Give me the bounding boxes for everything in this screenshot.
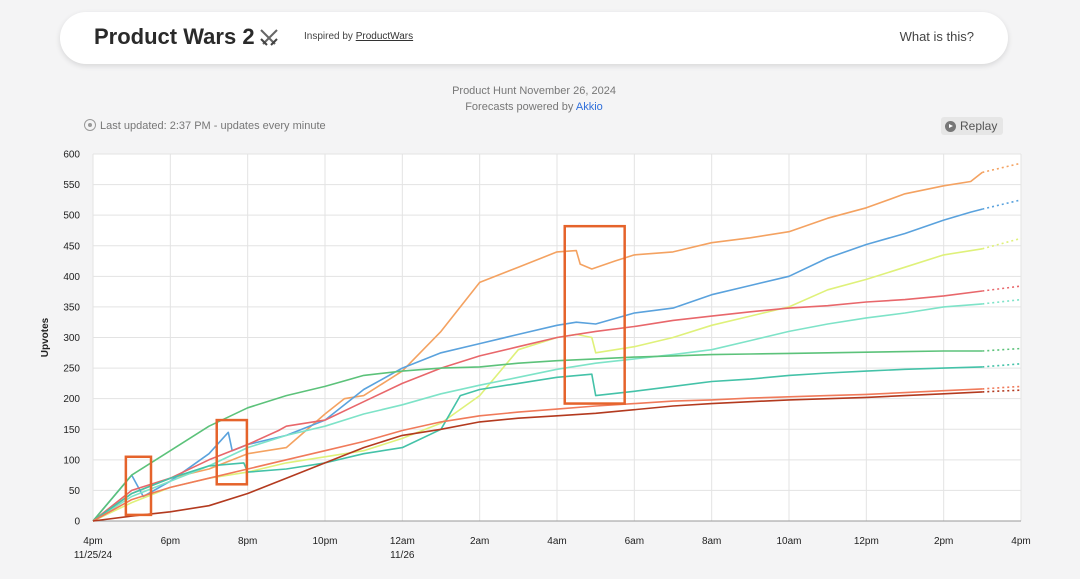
x-tick-label: 4pm	[1011, 536, 1030, 547]
x-tick-label: 2pm	[934, 536, 953, 547]
x-tick-label: 12am	[390, 536, 415, 547]
y-tick-label: 350	[63, 302, 80, 313]
x-tick-sublabel: 11/26	[390, 550, 415, 561]
x-tick-label: 4pm	[83, 536, 102, 547]
y-tick-label: 400	[63, 272, 80, 283]
x-tick-label: 2am	[470, 536, 489, 547]
y-tick-label: 300	[63, 333, 80, 344]
x-tick-label: 8am	[702, 536, 721, 547]
x-tick-label: 12pm	[854, 536, 879, 547]
x-tick-label: 10pm	[312, 536, 337, 547]
y-tick-label: 150	[63, 425, 80, 436]
y-tick-label: 450	[63, 241, 80, 252]
y-tick-label: 500	[63, 211, 80, 222]
y-tick-label: 250	[63, 364, 80, 375]
y-tick-label: 600	[63, 150, 80, 161]
y-tick-label: 0	[74, 517, 80, 528]
x-tick-label: 6pm	[161, 536, 180, 547]
upvotes-chart: 0 50 100 150 200 250 300 350 400 450 500 550 600 4pm 1…	[40, 150, 1031, 562]
y-tick-label: 200	[63, 394, 80, 405]
x-tick-label: 10am	[776, 536, 801, 547]
x-tick-label: 4am	[547, 536, 566, 547]
y-tick-label: 100	[63, 455, 80, 466]
y-axis-label: Upvotes	[40, 317, 51, 357]
x-tick-label: 6am	[625, 536, 644, 547]
x-tick-label: 8pm	[238, 536, 257, 547]
y-tick-label: 50	[69, 486, 81, 497]
x-tick-sublabel: 11/25/24	[74, 550, 113, 561]
y-tick-label: 550	[63, 180, 80, 191]
